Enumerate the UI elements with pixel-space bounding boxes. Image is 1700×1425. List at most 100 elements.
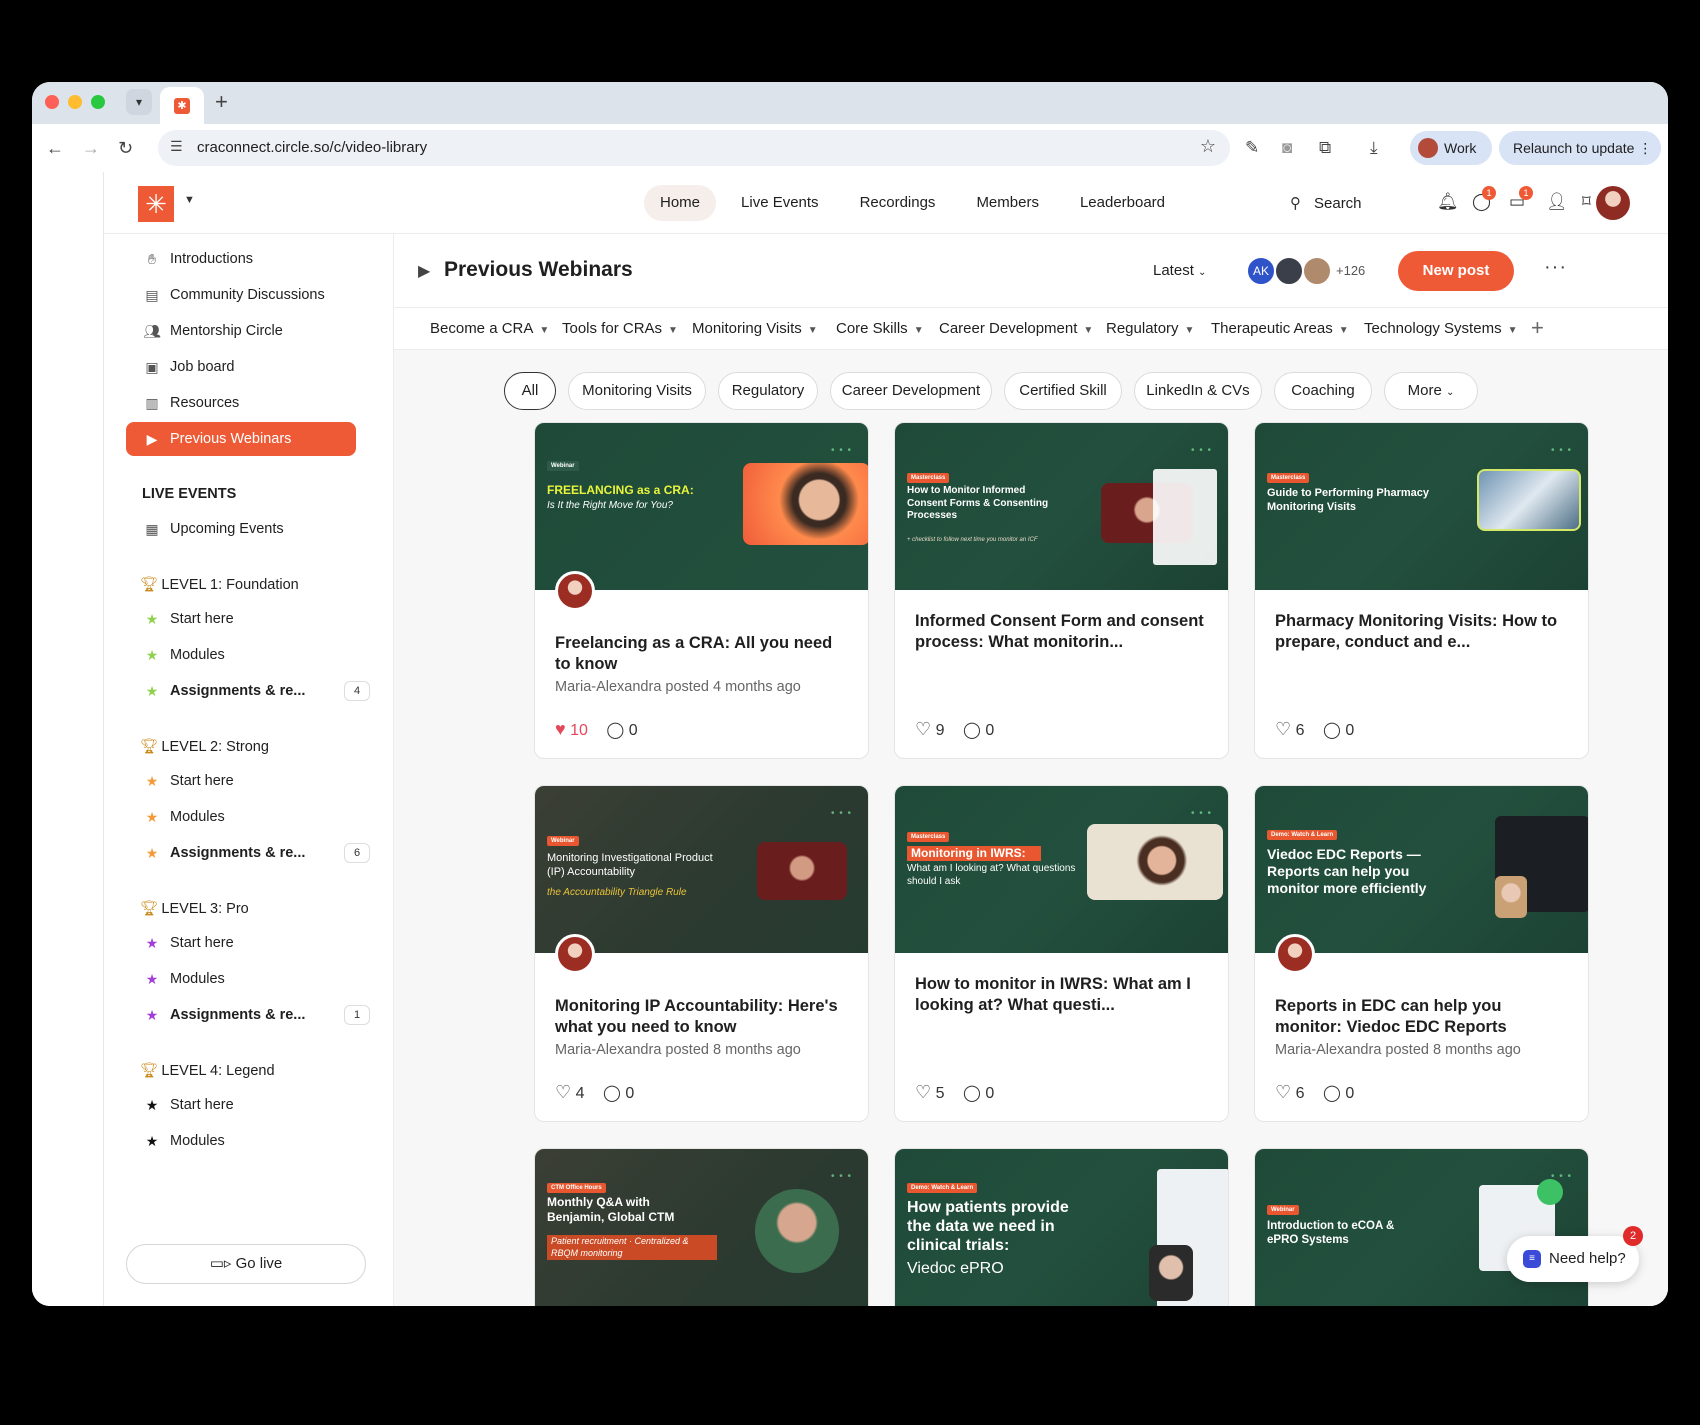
level-1-assignments[interactable]: ★ Assignments & re... 4 — [126, 674, 370, 708]
download-icon[interactable]: ⤓ — [1370, 137, 1378, 159]
chat-icon[interactable]: ◯ 1 — [1472, 186, 1496, 212]
more-options-icon[interactable]: ··· — [1544, 256, 1567, 279]
topic-technology-systems[interactable]: Technology Systems ▼ — [1364, 320, 1517, 337]
heart-outline-icon[interactable]: ♡ — [1275, 1082, 1291, 1102]
level-3-assignments[interactable]: ★ Assignments & re... 1 — [126, 998, 370, 1032]
reload-icon[interactable]: ↻ — [118, 134, 133, 162]
heart-outline-icon[interactable]: ♡ — [915, 1082, 931, 1102]
add-member-icon[interactable]: 👤︎ — [1546, 192, 1568, 212]
post-card[interactable]: CTM Office Hours Monthly Q&A with Benjam… — [534, 1148, 869, 1306]
profile-button[interactable]: Work — [1410, 131, 1492, 165]
topic-become-a-cra[interactable]: Become a CRA ▼ — [430, 320, 549, 337]
level-1-start-here[interactable]: ★ Start here — [126, 602, 356, 636]
user-avatar[interactable] — [1596, 186, 1630, 220]
level-4-start-here[interactable]: ★ Start here — [126, 1088, 356, 1122]
post-card[interactable]: Webinar FREELANCING as a CRA: Is It the … — [534, 422, 869, 759]
comment-icon[interactable]: ◯ — [963, 722, 981, 739]
post-title[interactable]: How to monitor in IWRS: What am I lookin… — [915, 974, 1211, 1016]
add-topic-plus-icon[interactable]: + — [1531, 315, 1544, 341]
filter-linkedin-cvs[interactable]: LinkedIn & CVs — [1134, 372, 1262, 410]
bookmark-icon[interactable]: ⌑ — [1582, 192, 1591, 212]
filter-more-dropdown[interactable]: More ⌄ — [1384, 372, 1478, 410]
tab-search-chevron-icon[interactable]: ▾ — [126, 89, 152, 115]
post-title[interactable]: Monitoring IP Accountability: Here's wha… — [555, 996, 851, 1038]
post-card[interactable]: Masterclass Monitoring in IWRS: What am … — [894, 785, 1229, 1122]
comment-icon[interactable]: ◯ — [963, 1085, 981, 1102]
level-2-modules[interactable]: ★ Modules — [126, 800, 356, 834]
chevron-down-icon[interactable]: ▼ — [184, 194, 195, 206]
level-3-heading[interactable]: 🏆︎ LEVEL 3: Pro — [140, 900, 249, 917]
nav-home[interactable]: Home — [644, 185, 717, 221]
nav-members[interactable]: Members — [960, 185, 1055, 221]
heart-outline-icon[interactable]: ♡ — [915, 719, 931, 739]
post-card[interactable]: Demo: Watch & Learn How patients provide… — [894, 1148, 1229, 1306]
level-4-modules[interactable]: ★ Modules — [126, 1124, 356, 1158]
post-card[interactable]: Masterclass Guide to Performing Pharmacy… — [1254, 422, 1589, 759]
level-3-start-here[interactable]: ★ Start here — [126, 926, 356, 960]
comment-icon[interactable]: ◯ — [603, 1085, 621, 1102]
filter-monitoring-visits[interactable]: Monitoring Visits — [568, 372, 706, 410]
relaunch-button[interactable]: Relaunch to update ⋮ — [1499, 131, 1661, 165]
sidebar-item-resources[interactable]: ▥ Resources — [126, 386, 356, 420]
nav-live-events[interactable]: Live Events — [725, 185, 835, 221]
new-post-button[interactable]: New post — [1398, 251, 1514, 291]
author-avatar[interactable] — [1275, 934, 1315, 974]
level-1-modules[interactable]: ★ Modules — [126, 638, 356, 672]
level-3-modules[interactable]: ★ Modules — [126, 962, 356, 996]
address-bar[interactable]: ☰ craconnect.circle.so/c/video-library ☆ — [158, 130, 1230, 166]
bookmark-star-icon[interactable]: ☆ — [1200, 136, 1216, 157]
sort-dropdown[interactable]: Latest ⌄ — [1153, 262, 1206, 279]
pen-extension-icon[interactable]: ✎ — [1245, 137, 1259, 159]
site-settings-icon[interactable]: ☰ — [170, 138, 183, 155]
topic-regulatory[interactable]: Regulatory ▼ — [1106, 320, 1194, 337]
level-1-heading[interactable]: 🏆︎ LEVEL 1: Foundation — [140, 576, 299, 593]
post-card[interactable]: Webinar Monitoring Investigational Produ… — [534, 785, 869, 1122]
heart-outline-icon[interactable]: ♡ — [555, 1082, 571, 1102]
post-title[interactable]: Freelancing as a CRA: All you need to kn… — [555, 633, 851, 675]
author-avatar[interactable] — [555, 934, 595, 974]
community-logo-icon[interactable]: ✳ — [138, 186, 174, 222]
comment-icon[interactable]: ◯ — [1323, 722, 1341, 739]
search-button[interactable]: ⚲ Search — [1274, 184, 1402, 222]
nav-recordings[interactable]: Recordings — [844, 185, 952, 221]
level-4-heading[interactable]: 🏆︎ LEVEL 4: Legend — [140, 1062, 275, 1079]
topic-career-development[interactable]: Career Development ▼ — [939, 320, 1093, 337]
forward-arrow-icon[interactable]: → — [82, 134, 100, 162]
filter-certified-skill[interactable]: Certified Skill — [1004, 372, 1122, 410]
heart-filled-icon[interactable]: ♥ — [555, 719, 566, 739]
topic-monitoring-visits[interactable]: Monitoring Visits ▼ — [692, 320, 818, 337]
active-tab[interactable]: ✱ — [160, 87, 204, 124]
post-card[interactable]: Demo: Watch & Learn Viedoc EDC Reports —… — [1254, 785, 1589, 1122]
post-title[interactable]: Pharmacy Monitoring Visits: How to prepa… — [1275, 611, 1571, 653]
filter-all[interactable]: All — [504, 372, 556, 410]
sidebar-item-previous-webinars[interactable]: ▶︎ Previous Webinars — [126, 422, 356, 456]
topic-therapeutic-areas[interactable]: Therapeutic Areas ▼ — [1211, 320, 1349, 337]
level-2-assignments[interactable]: ★ Assignments & re... 6 — [126, 836, 370, 870]
bell-icon[interactable]: 🔔︎ — [1437, 192, 1459, 212]
sidebar-item-community-discussions[interactable]: ▤ Community Discussions — [126, 278, 356, 312]
post-title[interactable]: Reports in EDC can help you monitor: Vie… — [1275, 996, 1571, 1038]
extensions-puzzle-icon[interactable]: ⧉ — [1319, 137, 1331, 159]
level-2-heading[interactable]: 🏆︎ LEVEL 2: Strong — [140, 738, 269, 755]
sidebar-item-job-board[interactable]: ▣ Job board — [126, 350, 356, 384]
level-2-start-here[interactable]: ★ Start here — [126, 764, 356, 798]
topic-core-skills[interactable]: Core Skills ▼ — [836, 320, 924, 337]
comment-icon[interactable]: ◯ — [1323, 1085, 1341, 1102]
post-card[interactable]: Masterclass How to Monitor Informed Cons… — [894, 422, 1229, 759]
heart-outline-icon[interactable]: ♡ — [1275, 719, 1291, 739]
nav-leaderboard[interactable]: Leaderboard — [1064, 185, 1181, 221]
camera-extension-icon[interactable]: ◙ — [1282, 137, 1292, 159]
post-title[interactable]: Informed Consent Form and consent proces… — [915, 611, 1211, 653]
topic-tools-for-cras[interactable]: Tools for CRAs ▼ — [562, 320, 678, 337]
maximize-window-button[interactable] — [91, 95, 105, 109]
filter-coaching[interactable]: Coaching — [1274, 372, 1372, 410]
messages-icon[interactable]: ▭ 1 — [1509, 186, 1533, 212]
author-avatar[interactable] — [555, 571, 595, 611]
filter-regulatory[interactable]: Regulatory — [718, 372, 818, 410]
back-arrow-icon[interactable]: ← — [46, 134, 64, 162]
filter-career-development[interactable]: Career Development — [830, 372, 992, 410]
need-help-button[interactable]: ≡ Need help? 2 — [1507, 1226, 1643, 1282]
sidebar-item-mentorship-circle[interactable]: 👥︎ Mentorship Circle — [126, 314, 356, 348]
sidebar-item-introductions[interactable]: ✋︎ Introductions — [126, 242, 356, 276]
comment-icon[interactable]: ◯ — [606, 722, 624, 739]
